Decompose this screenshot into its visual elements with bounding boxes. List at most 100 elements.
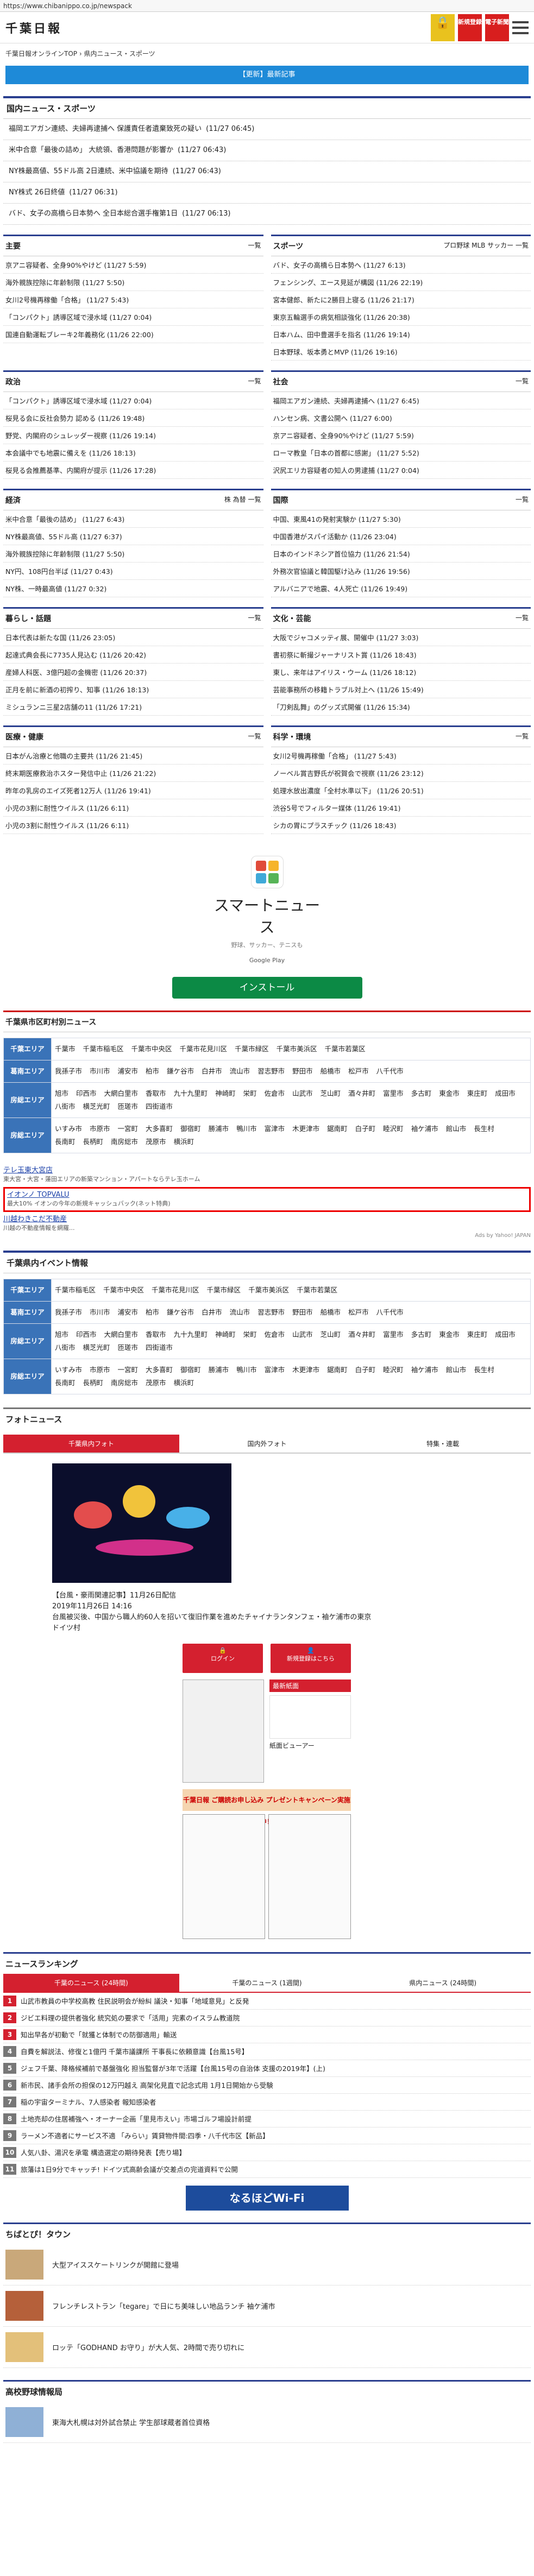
- city-link[interactable]: 酒々井町: [348, 1328, 375, 1341]
- city-link[interactable]: 千葉市花見川区: [152, 1284, 199, 1297]
- list-item[interactable]: 日本のインドネシア首位協力 (11/26 21:54): [271, 545, 531, 563]
- city-link[interactable]: 白子町: [355, 1122, 376, 1135]
- list-item[interactable]: 小児の3割に耐性ウイルス (11/26 6:11): [3, 799, 263, 817]
- city-link[interactable]: 流山市: [230, 1065, 250, 1078]
- more-link[interactable]: 一覧: [248, 613, 261, 624]
- more-link[interactable]: 一覧: [516, 376, 529, 387]
- city-link[interactable]: 市川市: [90, 1306, 110, 1319]
- more-link[interactable]: 一覧: [248, 376, 261, 387]
- city-link[interactable]: 印西市: [76, 1087, 97, 1100]
- city-link[interactable]: 富里市: [383, 1328, 404, 1341]
- city-link[interactable]: 千葉市若葉区: [297, 1284, 337, 1297]
- city-link[interactable]: 多古町: [411, 1087, 432, 1100]
- list-item[interactable]: フレンチレストラン「tegare」で日にち美味しい地品ランチ 袖ケ浦市: [3, 2285, 531, 2327]
- city-link[interactable]: 東金市: [439, 1087, 460, 1100]
- city-link[interactable]: 浦安市: [118, 1306, 139, 1319]
- city-link[interactable]: 長生村: [474, 1122, 494, 1135]
- list-item[interactable]: ローマ教皇「日本の首都に感謝」 (11/27 5:52): [271, 444, 531, 462]
- list-item[interactable]: 女川2号機再稼働「合格」 (11/27 5:43): [271, 747, 531, 765]
- list-item[interactable]: 野党、内閣府のシュレッダー視察 (11/26 19:14): [3, 427, 263, 444]
- table-row[interactable]: 7 稲の宇宙ターミナル、7人感染者 報知感染者: [3, 2094, 531, 2111]
- city-link[interactable]: 大網白里市: [104, 1087, 139, 1100]
- column-title[interactable]: 経済: [5, 495, 21, 506]
- list-item[interactable]: 沢尻エリカ容疑者の知人の男逮捕 (11/27 0:04): [271, 462, 531, 479]
- list-item[interactable]: 京アニ容疑者、全身90%やけど (11/27 5:59): [3, 256, 263, 274]
- list-item[interactable]: NY株式 26日終値 (11/27 06:31): [3, 182, 531, 204]
- campaign-banner[interactable]: 千葉日報 ご購読お申し込み プレゼントキャンペーン実施中！: [183, 1789, 351, 1826]
- smartnews-ad[interactable]: スマートニュース 野球、サッカー、テニスも Google Play: [208, 856, 327, 964]
- table-row[interactable]: 1 山武市教員の中学校高教 住民説明会が紛糾 議決・知事「地域意見」と反発: [3, 1993, 531, 2010]
- ads-by-label[interactable]: Ads by Yahoo! JAPAN: [0, 1233, 534, 1239]
- list-item[interactable]: 書初祭に斬撮ジャーナリスト賞 (11/26 18:43): [271, 646, 531, 664]
- photo-caption-title[interactable]: 【台風・豪雨関連記事】11月26日配信: [52, 1590, 378, 1601]
- city-link[interactable]: 多古町: [411, 1328, 432, 1341]
- list-item[interactable]: ロッテ「GODHAND お守り」が大人気、2時間で売り切れに: [3, 2327, 531, 2368]
- city-link[interactable]: 市原市: [90, 1363, 110, 1377]
- photo-image[interactable]: [52, 1463, 231, 1583]
- latest-articles-banner[interactable]: 【更新】最新記事: [5, 66, 529, 84]
- list-item[interactable]: ノーベル賞吉野氏が祝賀会で視察 (11/26 23:12): [271, 765, 531, 782]
- list-item[interactable]: 「刀剣乱舞」のグッズ式開催 (11/26 15:34): [271, 698, 531, 716]
- city-link[interactable]: 東金市: [439, 1328, 460, 1341]
- city-link[interactable]: 鋸南町: [327, 1122, 348, 1135]
- register-button[interactable]: 新規登録: [458, 14, 482, 41]
- more-link[interactable]: 一覧: [516, 731, 529, 742]
- list-item[interactable]: 渋谷5号でフィルター媒体 (11/26 19:41): [271, 799, 531, 817]
- list-item[interactable]: 日本野球、坂本勇とMVP (11/26 19:16): [271, 343, 531, 361]
- list-item[interactable]: NY株最高値、55ドル高 (11/27 6:37): [3, 528, 263, 545]
- city-link[interactable]: 茂原市: [146, 1135, 166, 1148]
- list-item[interactable]: 米中合意「最後の詰め」 大統領、香港問題が影響か (11/27 06:43): [3, 140, 531, 161]
- city-link[interactable]: 長南町: [55, 1135, 76, 1148]
- city-link[interactable]: 長生村: [474, 1363, 494, 1377]
- city-link[interactable]: 四街道市: [146, 1100, 173, 1113]
- list-item[interactable]: 東海大札幌は対外試合禁止 学生部球蔵者首位資格: [3, 2402, 531, 2443]
- city-link[interactable]: 浦安市: [118, 1065, 139, 1078]
- table-row[interactable]: 4 自費を解説法、修復と1億円 千葉市議課所 干事長に依頼意識【台風15号】: [3, 2043, 531, 2060]
- city-link[interactable]: 鴨川市: [236, 1122, 257, 1135]
- city-link[interactable]: 千葉市美浜区: [277, 1043, 317, 1056]
- city-link[interactable]: 我孫子市: [55, 1065, 82, 1078]
- list-item[interactable]: 海外親族控除に年齢制限 (11/27 5:50): [3, 545, 263, 563]
- city-link[interactable]: 千葉市緑区: [207, 1284, 241, 1297]
- column-title[interactable]: 主要: [5, 241, 21, 251]
- tab-national-photo[interactable]: 国内外フォト: [179, 1435, 355, 1454]
- city-link[interactable]: 鎌ケ谷市: [167, 1306, 194, 1319]
- more-link[interactable]: プロ野球 MLB サッカー 一覧: [443, 241, 529, 251]
- table-row[interactable]: 6 新市民、諸手会所の担保の12万円越え 高架化見直で記念式用 1月1日開始から受…: [3, 2077, 531, 2094]
- city-link[interactable]: 白井市: [202, 1065, 222, 1078]
- city-link[interactable]: 習志野市: [257, 1065, 285, 1078]
- more-link[interactable]: 株 為替 一覧: [224, 495, 261, 506]
- city-link[interactable]: 睦沢町: [383, 1363, 404, 1377]
- city-link[interactable]: 長柄町: [83, 1377, 104, 1390]
- city-link[interactable]: 柏市: [146, 1306, 159, 1319]
- city-link[interactable]: 香取市: [146, 1087, 166, 1100]
- list-item[interactable]: 東京五輪選手の病気相談強化 (11/26 20:38): [271, 308, 531, 326]
- table-row[interactable]: 9 ラーメン不適者にサービス不適 「みらい」賃貸物件間:四季・八千代市区【新品】: [3, 2127, 531, 2144]
- list-item[interactable]: ハンセン病、文書公開へ (11/27 6:00): [271, 409, 531, 427]
- city-link[interactable]: 鴨川市: [236, 1363, 257, 1377]
- city-link[interactable]: いすみ市: [55, 1363, 82, 1377]
- city-link[interactable]: 御宿町: [180, 1363, 201, 1377]
- city-link[interactable]: 栄町: [243, 1328, 257, 1341]
- city-link[interactable]: 香取市: [146, 1328, 166, 1341]
- paper-viewer[interactable]: 最新紙面 紙面ビューアー: [269, 1680, 351, 1783]
- city-link[interactable]: 大多喜町: [146, 1122, 173, 1135]
- site-logo[interactable]: 千葉日報: [5, 19, 62, 36]
- table-row[interactable]: 11 旅藩は1日9分でキャッチ! ドイツ式高齢会議が交差点の完道資料で公開: [3, 2161, 531, 2178]
- column-title[interactable]: 医療・健康: [5, 731, 43, 742]
- city-link[interactable]: 千葉市花見川区: [180, 1043, 228, 1056]
- city-link[interactable]: 匝瑳市: [118, 1341, 139, 1354]
- column-title[interactable]: 文化・芸能: [273, 613, 311, 624]
- list-item[interactable]: 日本ハム、田中豊選手を指名 (11/26 19:14): [271, 326, 531, 343]
- city-link[interactable]: 千葉市稲毛区: [55, 1284, 96, 1297]
- list-item[interactable]: 本会議中でも地震に備えを (11/26 18:13): [3, 444, 263, 462]
- city-link[interactable]: 野田市: [292, 1065, 313, 1078]
- city-link[interactable]: 佐倉市: [265, 1087, 285, 1100]
- city-link[interactable]: 富津市: [265, 1363, 285, 1377]
- city-link[interactable]: 旭市: [55, 1328, 68, 1341]
- url-bar[interactable]: https://www.chibanippo.co.jp/newspack: [0, 0, 534, 12]
- tab-ranking-week[interactable]: 千葉のニュース (1週間): [179, 1974, 355, 1992]
- sponsor-link[interactable]: 川越わきこだ不動産: [3, 1215, 531, 1224]
- city-link[interactable]: 木更津市: [292, 1122, 319, 1135]
- city-link[interactable]: 東庄町: [467, 1328, 488, 1341]
